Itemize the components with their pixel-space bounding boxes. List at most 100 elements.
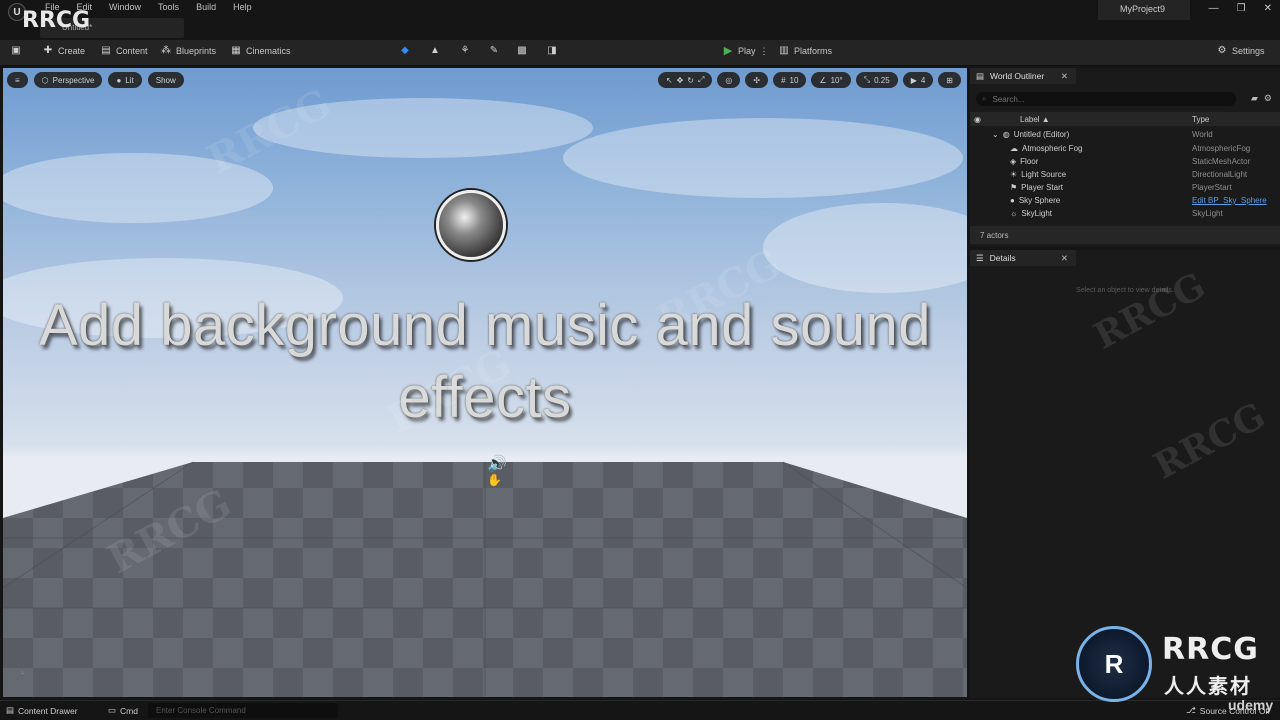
scale-snap-value: 0.25 bbox=[874, 75, 890, 85]
outliner-row[interactable]: ◈ Floor StaticMeshActor bbox=[970, 155, 1280, 168]
menu-tools[interactable]: Tools bbox=[158, 2, 179, 12]
outliner-row[interactable]: ☀ Light Source DirectionalLight bbox=[970, 168, 1280, 181]
edit-blueprint-link[interactable]: Edit BP_Sky_Sphere bbox=[1192, 196, 1267, 205]
minimize-icon[interactable]: — bbox=[1209, 3, 1219, 14]
lit-button[interactable]: ● Lit bbox=[108, 72, 142, 88]
cinematics-icon: ▦ bbox=[231, 45, 241, 56]
project-name-tab[interactable]: MyProject9 bbox=[1098, 0, 1190, 20]
select-arrow-icon[interactable]: ↖ bbox=[666, 76, 673, 85]
grid-snap-button[interactable]: #10 bbox=[773, 72, 807, 88]
mesh-paint-button[interactable]: ✎ bbox=[488, 45, 500, 57]
watermark-brand-cn: 人人素材 bbox=[1164, 676, 1252, 698]
content-drawer-label: Content Drawer bbox=[18, 705, 78, 716]
scale-snap-button[interactable]: ⤡ 0.25 bbox=[855, 72, 898, 88]
maximize-icon[interactable]: ❐ bbox=[1237, 3, 1246, 14]
rotate-icon[interactable]: ↻ bbox=[687, 76, 694, 85]
actor-count: 7 actors bbox=[970, 226, 1280, 244]
row-type: PlayerStart bbox=[1192, 183, 1232, 192]
rotation-snap-button[interactable]: ∠ 10° bbox=[811, 72, 851, 88]
show-button[interactable]: Show bbox=[147, 72, 184, 88]
console-input[interactable]: Enter Console Command bbox=[148, 703, 338, 718]
cinematics-button[interactable]: ▦ Cinematics bbox=[230, 45, 290, 57]
play-options-icon[interactable]: ⋮ bbox=[760, 46, 769, 57]
brush-edit-button[interactable]: ◨ bbox=[546, 45, 558, 57]
settings-button[interactable]: ⚙ Settings bbox=[1216, 45, 1265, 57]
select-mode-button[interactable]: ◆ bbox=[399, 45, 411, 57]
outliner-row[interactable]: ● Sky Sphere Edit BP_Sky_Sphere bbox=[970, 194, 1280, 207]
window-controls: — ❐ ✕ bbox=[1209, 3, 1272, 14]
outliner-row[interactable]: ☁ Atmospheric Fog AtmosphericFog bbox=[970, 142, 1280, 155]
axis-gizmo-icon: ⌞ bbox=[21, 666, 25, 675]
play-icon: ▶ bbox=[723, 45, 733, 57]
search-icon: ⌕ bbox=[982, 94, 987, 103]
close-icon[interactable]: ✕ bbox=[1264, 3, 1272, 14]
save-button[interactable]: ▣ bbox=[10, 45, 22, 57]
surface-snap-toggle[interactable]: ✣ bbox=[745, 72, 769, 88]
fracture-mode-button[interactable]: ▩ bbox=[516, 45, 528, 57]
sky-sphere-actor[interactable] bbox=[436, 190, 506, 260]
content-drawer-button[interactable]: ▤ Content Drawer bbox=[6, 705, 78, 716]
menu-help[interactable]: Help bbox=[233, 2, 252, 12]
caption-line-2: effects bbox=[398, 365, 572, 430]
select-mode-icon: ◆ bbox=[401, 45, 409, 56]
skylight-icon: ☼ bbox=[1010, 209, 1018, 218]
details-empty-text: Select an object to view details. bbox=[1076, 287, 1174, 294]
landscape-mode-button[interactable]: ▲ bbox=[429, 45, 441, 57]
scale-icon[interactable]: ⤢ bbox=[698, 75, 704, 85]
show-label: Show bbox=[155, 75, 176, 85]
speaker-icon[interactable]: 🔊 bbox=[487, 454, 507, 474]
video-caption: Add background music and sound effects bbox=[3, 290, 967, 434]
world-outliner-tab[interactable]: ▤ World Outliner ✕ bbox=[970, 68, 1076, 84]
chevron-down-icon[interactable]: ⌄ bbox=[992, 130, 999, 139]
close-icon[interactable]: ✕ bbox=[1061, 253, 1068, 264]
details-tab[interactable]: ☰ Details ✕ bbox=[970, 250, 1076, 266]
label-column-header[interactable]: Label ▲ bbox=[1020, 115, 1050, 124]
row-label: Floor bbox=[1020, 157, 1039, 166]
details-tab-label: Details bbox=[989, 253, 1016, 263]
add-folder-icon[interactable]: ▰ bbox=[1251, 93, 1258, 104]
world-local-toggle[interactable]: ◎ bbox=[717, 72, 741, 88]
play-button[interactable]: ▶ Play ⋮ bbox=[722, 45, 769, 57]
outliner-row-name: ● Sky Sphere bbox=[1010, 196, 1060, 205]
outliner-row-name: ⚑ Player Start bbox=[1010, 183, 1063, 192]
platforms-icon: ▥ bbox=[779, 45, 789, 56]
search-input[interactable] bbox=[992, 94, 1213, 104]
row-label: Atmospheric Fog bbox=[1022, 144, 1083, 153]
perspective-button[interactable]: ⬡ Perspective bbox=[33, 72, 103, 88]
menu-build[interactable]: Build bbox=[196, 2, 216, 12]
gear-icon[interactable]: ⚙ bbox=[1264, 93, 1272, 104]
content-button[interactable]: ▤ Content bbox=[100, 45, 147, 57]
surface-snap-icon: ✣ bbox=[753, 75, 761, 85]
main-toolbar: ▣ ✚ Create ▤ Content ⁂ Blueprints ▦ Cinemati… bbox=[0, 40, 1280, 66]
move-icon[interactable]: ✥ bbox=[677, 76, 684, 85]
camera-speed-button[interactable]: ▶ 4 bbox=[902, 72, 934, 88]
level-viewport[interactable]: ≡ ⬡ Perspective ● Lit Show ↖ ✥ ↻ ⤢ ◎ ✣ #10… bbox=[3, 68, 967, 697]
cmd-button[interactable]: ▭ Cmd bbox=[108, 705, 138, 716]
outliner-search[interactable]: ⌕ bbox=[976, 92, 1236, 106]
viewport-toolbar-right: ↖ ✥ ↻ ⤢ ◎ ✣ #10 ∠ 10° ⤡ 0.25 ▶ 4 ⊞ bbox=[657, 72, 961, 88]
outliner-row-name: ◈ Floor bbox=[1010, 157, 1038, 166]
outliner-tools: ▰ ⚙ bbox=[1251, 93, 1272, 104]
viewport-layout-button[interactable]: ⊞ bbox=[938, 72, 961, 88]
terminal-icon: ▭ bbox=[108, 705, 117, 715]
outliner-row[interactable]: ☼ SkyLight SkyLight bbox=[970, 207, 1280, 220]
foliage-mode-button[interactable]: ⚘ bbox=[459, 45, 471, 57]
viewport-menu-button[interactable]: ≡ bbox=[7, 72, 28, 88]
close-icon[interactable]: ✕ bbox=[1061, 71, 1068, 82]
grid-icon: # bbox=[781, 75, 786, 85]
menu-window[interactable]: Window bbox=[109, 2, 141, 12]
row-label: Light Source bbox=[1021, 170, 1067, 179]
create-button[interactable]: ✚ Create bbox=[42, 45, 85, 57]
hamburger-icon: ≡ bbox=[15, 75, 20, 85]
outliner-row[interactable]: ⌄ ◍ Untitled (Editor) World bbox=[970, 128, 1280, 141]
outliner-row[interactable]: ⚑ Player Start PlayerStart bbox=[970, 181, 1280, 194]
visibility-eye-icon[interactable]: ◉ bbox=[974, 115, 981, 124]
paint-brush-icon: ✎ bbox=[489, 45, 499, 56]
row-type: World bbox=[1192, 130, 1213, 139]
create-icon: ✚ bbox=[43, 45, 53, 56]
row-type: StaticMeshActor bbox=[1192, 157, 1251, 166]
transform-tools[interactable]: ↖ ✥ ↻ ⤢ bbox=[657, 72, 713, 88]
blueprints-button[interactable]: ⁂ Blueprints bbox=[160, 45, 216, 57]
type-column-header[interactable]: Type bbox=[1192, 115, 1209, 124]
platforms-button[interactable]: ▥ Platforms bbox=[778, 45, 832, 57]
